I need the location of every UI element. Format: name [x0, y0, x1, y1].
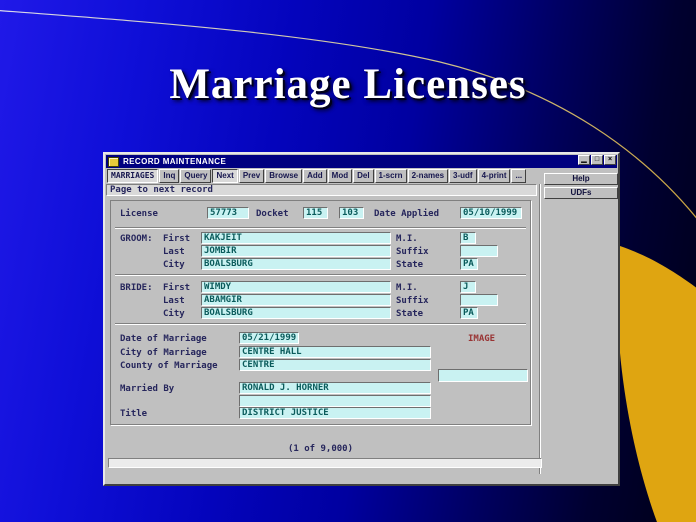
- groom-mi-field[interactable]: B: [460, 232, 476, 244]
- record-form-panel: License 57773 Docket 115 103 Date Applie…: [110, 200, 531, 425]
- docket-label: Docket: [256, 209, 289, 219]
- tab-mod[interactable]: Mod: [328, 169, 352, 183]
- bride-suffix-field[interactable]: [460, 294, 498, 306]
- groom-state-field[interactable]: PA: [460, 258, 478, 270]
- groom-suffix-label: Suffix: [396, 247, 429, 257]
- bride-first-field[interactable]: WIMDY: [201, 281, 391, 293]
- docket-field-2[interactable]: 103: [339, 207, 364, 219]
- groom-label: GROOM:: [120, 234, 153, 244]
- bride-label: BRIDE:: [120, 283, 153, 293]
- tab-add[interactable]: Add: [303, 169, 327, 183]
- married-by-field-2[interactable]: [239, 395, 431, 407]
- status-message: Page to next record: [106, 184, 537, 196]
- window-titlebar[interactable]: RECORD MAINTENANCE: [106, 155, 617, 168]
- panel-divider: [539, 184, 541, 474]
- tab-query[interactable]: Query: [180, 169, 211, 183]
- license-field[interactable]: 57773: [207, 207, 249, 219]
- record-maintenance-window: RECORD MAINTENANCE ▁ □ × MARRIAGES Inq Q…: [103, 152, 620, 486]
- section-separator: [115, 227, 526, 228]
- bride-state-field[interactable]: PA: [460, 307, 478, 319]
- minimize-icon[interactable]: ▁: [578, 155, 590, 165]
- section-separator: [115, 323, 526, 324]
- tab-2names[interactable]: 2-names: [408, 169, 448, 183]
- date-applied-label: Date Applied: [374, 209, 439, 219]
- tab-browse[interactable]: Browse: [265, 169, 302, 183]
- date-of-marriage-label: Date of Marriage: [120, 334, 207, 344]
- bride-state-label: State: [396, 309, 423, 319]
- bride-last-label: Last: [163, 296, 185, 306]
- bride-city-label: City: [163, 309, 185, 319]
- image-indicator: IMAGE: [468, 334, 495, 344]
- groom-mi-label: M.I.: [396, 234, 418, 244]
- maximize-icon[interactable]: □: [591, 155, 603, 165]
- date-of-marriage-field[interactable]: 05/21/1999: [239, 332, 299, 344]
- help-button[interactable]: Help: [544, 173, 618, 185]
- gold-crescent-shape: [617, 246, 696, 522]
- county-of-marriage-label: County of Marriage: [120, 361, 218, 371]
- bride-first-label: First: [163, 283, 190, 293]
- bride-mi-label: M.I.: [396, 283, 418, 293]
- title-field[interactable]: DISTRICT JUSTICE: [239, 407, 431, 419]
- close-icon[interactable]: ×: [604, 155, 616, 165]
- groom-state-label: State: [396, 260, 423, 270]
- tab-more[interactable]: ...: [511, 169, 526, 183]
- groom-city-field[interactable]: BOALSBURG: [201, 258, 391, 270]
- title-label: Title: [120, 409, 147, 419]
- tab-3udf[interactable]: 3-udf: [449, 169, 477, 183]
- married-by-field[interactable]: RONALD J. HORNER: [239, 382, 431, 394]
- bride-suffix-label: Suffix: [396, 296, 429, 306]
- section-separator: [115, 274, 526, 275]
- tab-next[interactable]: Next: [212, 169, 237, 183]
- slide-title: Marriage Licenses: [0, 60, 696, 109]
- progress-bar: [108, 458, 542, 468]
- groom-city-label: City: [163, 260, 185, 270]
- tab-del[interactable]: Del: [353, 169, 373, 183]
- udfs-button[interactable]: UDFs: [544, 187, 618, 199]
- slide-background: Marriage Licenses RECORD MAINTENANCE ▁ □…: [0, 0, 696, 522]
- city-of-marriage-field[interactable]: CENTRE HALL: [239, 346, 431, 358]
- record-counter: (1 of 9,000): [110, 444, 531, 454]
- bride-last-field[interactable]: ABAMGIR: [201, 294, 391, 306]
- tab-1scrn[interactable]: 1-scrn: [375, 169, 407, 183]
- tab-inq[interactable]: Inq: [159, 169, 179, 183]
- window-title: RECORD MAINTENANCE: [123, 157, 226, 166]
- tab-prev[interactable]: Prev: [239, 169, 264, 183]
- groom-first-label: First: [163, 234, 190, 244]
- extra-right-field[interactable]: [438, 369, 528, 382]
- bride-mi-field[interactable]: J: [460, 281, 476, 293]
- tab-marriages[interactable]: MARRIAGES: [107, 169, 158, 183]
- date-applied-field[interactable]: 05/10/1999: [460, 207, 522, 219]
- groom-last-label: Last: [163, 247, 185, 257]
- married-by-label: Married By: [120, 384, 174, 394]
- tab-4print[interactable]: 4-print: [478, 169, 511, 183]
- city-of-marriage-label: City of Marriage: [120, 348, 207, 358]
- bride-city-field[interactable]: BOALSBURG: [201, 307, 391, 319]
- license-label: License: [120, 209, 158, 219]
- toolbar-tabs: MARRIAGES Inq Query Next Prev Browse Add…: [107, 169, 527, 183]
- county-of-marriage-field[interactable]: CENTRE: [239, 359, 431, 371]
- groom-last-field[interactable]: JOMBIR: [201, 245, 391, 257]
- groom-first-field[interactable]: KAKJEIT: [201, 232, 391, 244]
- docket-field-1[interactable]: 115: [303, 207, 328, 219]
- groom-suffix-field[interactable]: [460, 245, 498, 257]
- app-icon: [108, 157, 119, 167]
